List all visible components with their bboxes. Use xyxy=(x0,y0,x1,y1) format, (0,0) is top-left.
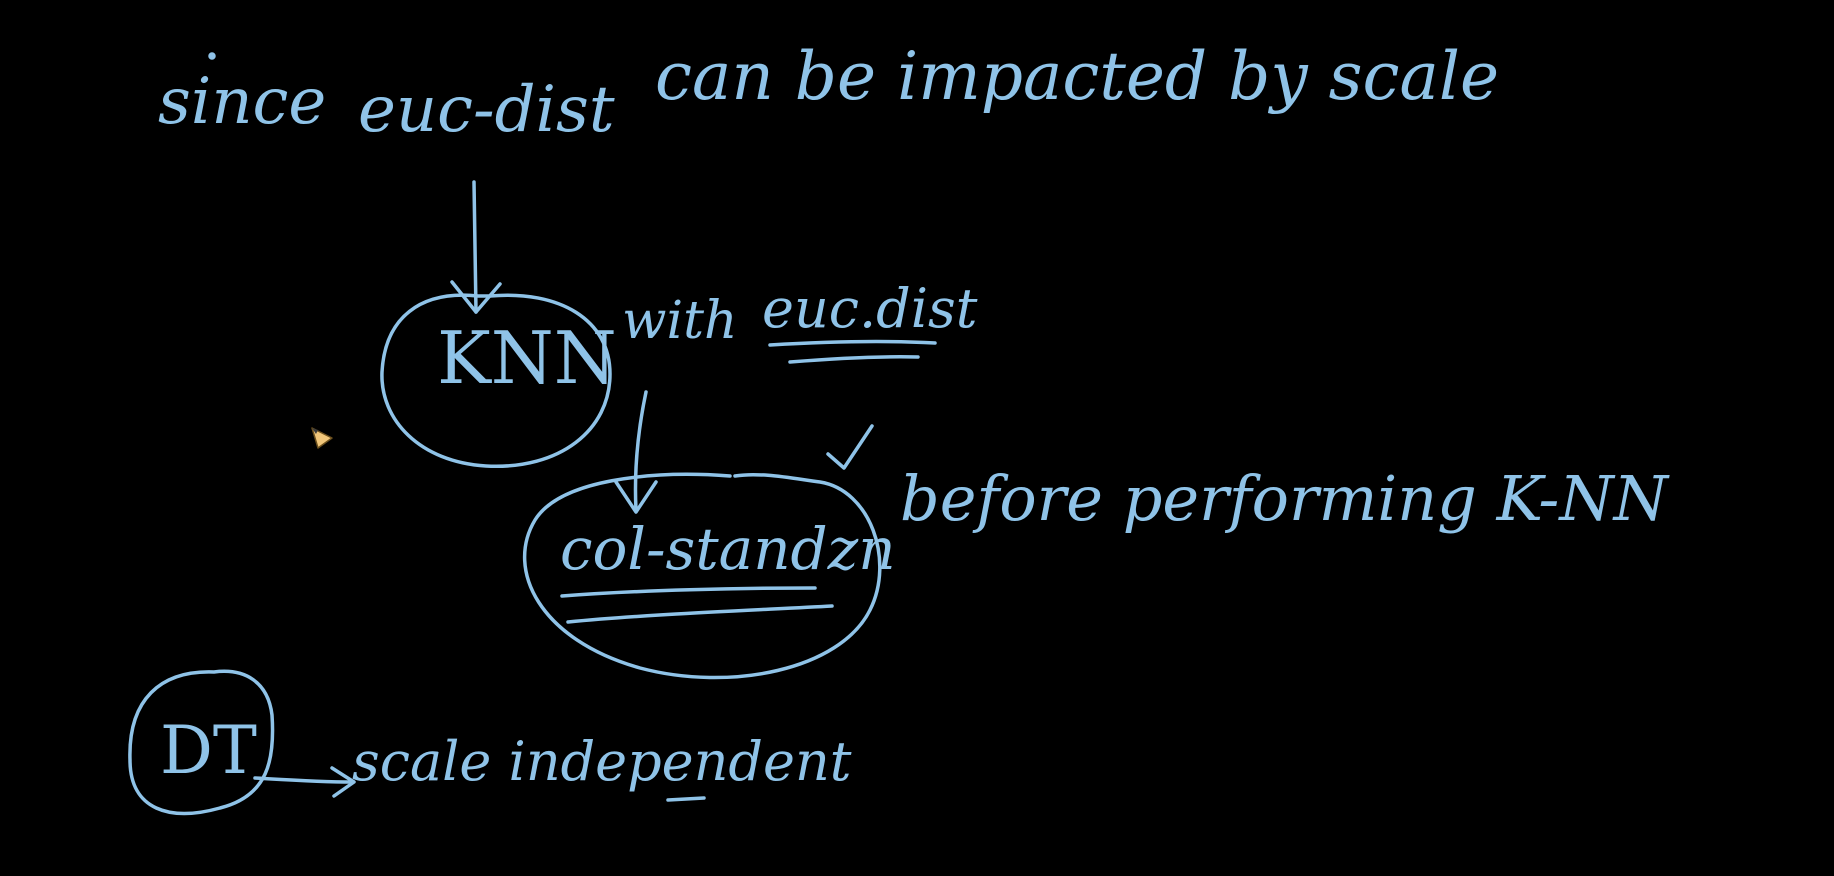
note-euc-dist-top: euc-dist xyxy=(358,73,615,147)
arrow-dt-to-scale-independent xyxy=(253,776,354,784)
underline-col-standz-1 xyxy=(560,586,817,598)
note-since: since xyxy=(158,65,327,139)
arrowhead-scale-independent xyxy=(330,766,356,798)
ink-dot xyxy=(208,52,216,60)
arrow-down-to-knn xyxy=(472,180,478,314)
pencil-icon xyxy=(311,427,333,449)
note-knn: KNN xyxy=(437,316,617,400)
note-dt: DT xyxy=(160,712,257,789)
check-mark xyxy=(826,424,874,470)
note-with: with xyxy=(622,291,738,351)
arrow-down-to-col-standz xyxy=(633,390,648,512)
note-col-standardization: col-standzn xyxy=(560,515,896,583)
whiteboard-canvas[interactable]: since euc-dist can be impacted by scale … xyxy=(0,0,1834,876)
underline-euc-dist-1 xyxy=(768,339,937,347)
underline-independent xyxy=(666,796,706,802)
note-before-performing-knn: before performing K-NN xyxy=(900,462,1668,535)
underline-col-standz-2 xyxy=(566,604,834,624)
note-euc-dist: euc.dist xyxy=(762,277,978,340)
arrowhead-col-standz xyxy=(614,480,658,514)
underline-euc-dist-2 xyxy=(788,354,920,364)
arrowhead-knn xyxy=(450,280,502,314)
note-can-be-impacted-by-scale: can be impacted by scale xyxy=(655,38,1500,115)
note-scale-independent: scale independent xyxy=(352,730,852,793)
